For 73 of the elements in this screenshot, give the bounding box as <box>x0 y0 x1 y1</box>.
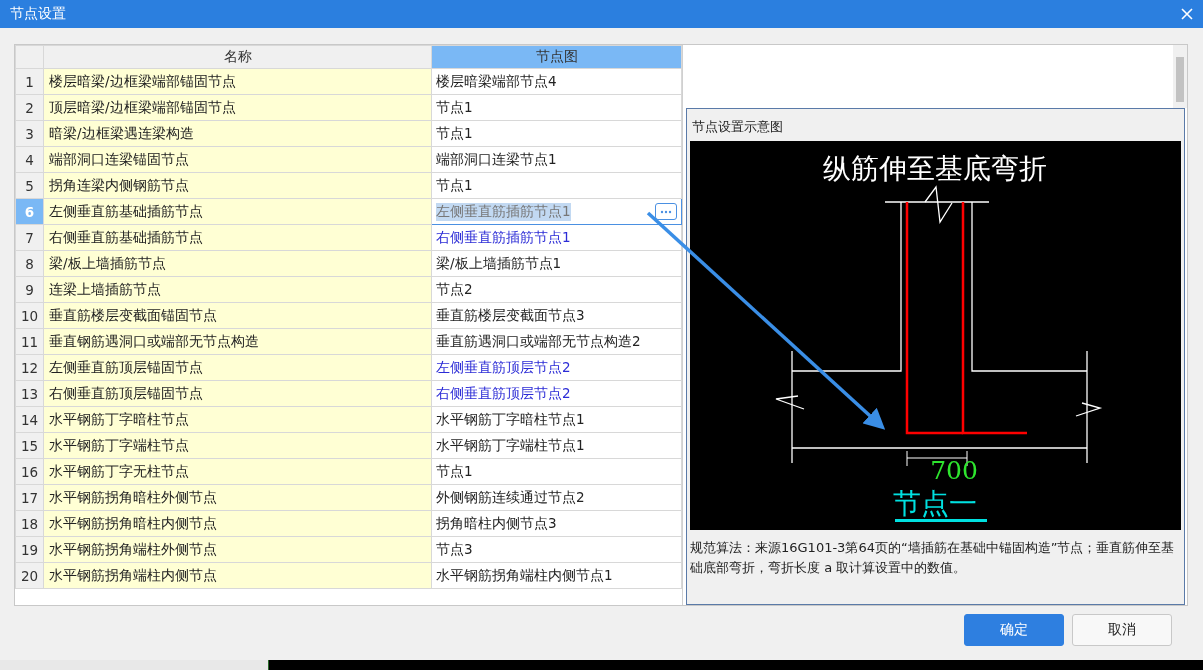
table-cell[interactable]: 节点2 <box>431 276 682 303</box>
more-icon[interactable] <box>655 203 677 220</box>
row-number[interactable]: 1 <box>15 68 44 95</box>
table-cell[interactable]: 垂直筋楼层变截面节点3 <box>431 302 682 329</box>
description-text: 规范算法：来源16G101-3第64页的“墙插筋在基础中锚固构造”节点；垂直筋伸至基础底部弯折，弯折长度 a 取计算设置中的数值。 <box>690 539 1176 577</box>
table-cell[interactable]: 水平钢筋拐角端柱内侧节点1 <box>431 562 682 589</box>
table-cell[interactable]: 楼层暗梁端部节点4 <box>431 68 682 95</box>
table-cell: 水平钢筋拐角暗柱外侧节点 <box>43 484 432 511</box>
row-number[interactable]: 2 <box>15 94 44 121</box>
column-header[interactable]: 名称 <box>43 45 432 69</box>
table-cell[interactable]: 拐角暗柱内侧节点3 <box>431 510 682 537</box>
row-number[interactable]: 12 <box>15 354 44 381</box>
row-number[interactable]: 16 <box>15 458 44 485</box>
table-cell: 楼层暗梁/边框梁端部锚固节点 <box>43 68 432 95</box>
row-number[interactable]: 20 <box>15 562 44 589</box>
close-button[interactable] <box>1181 8 1193 20</box>
row-number[interactable]: 17 <box>15 484 44 511</box>
table-cell[interactable]: 右侧垂直筋顶层节点2 <box>431 380 682 407</box>
table-cell: 暗梁/边框梁遇连梁构造 <box>43 120 432 147</box>
table-cell: 水平钢筋丁字端柱节点 <box>43 432 432 459</box>
row-number[interactable]: 5 <box>15 172 44 199</box>
node-label: 节点一 <box>893 487 977 520</box>
table-cell[interactable]: 右侧垂直筋插筋节点1 <box>431 224 682 251</box>
panel-title: 节点设置示意图 <box>691 118 784 136</box>
table-cell: 左侧垂直筋顶层锚固节点 <box>43 354 432 381</box>
table-cell[interactable]: 节点1 <box>431 172 682 199</box>
table-cell: 水平钢筋拐角端柱外侧节点 <box>43 536 432 563</box>
table-cell[interactable]: 水平钢筋丁字暗柱节点1 <box>431 406 682 433</box>
row-number[interactable]: 9 <box>15 276 44 303</box>
table-cell[interactable]: 节点1 <box>431 120 682 147</box>
table-cell: 梁/板上墙插筋节点 <box>43 250 432 277</box>
row-number[interactable]: 4 <box>15 146 44 173</box>
table-cell: 左侧垂直筋基础插筋节点 <box>43 198 432 225</box>
dimension-value: 700 <box>930 456 978 485</box>
table-cell: 右侧垂直筋基础插筋节点 <box>43 224 432 251</box>
table-cell: 端部洞口连梁锚固节点 <box>43 146 432 173</box>
diagram-heading: 纵筋伸至基底弯折 <box>823 152 1047 185</box>
row-number[interactable]: 3 <box>15 120 44 147</box>
row-number[interactable]: 14 <box>15 406 44 433</box>
corner-cell <box>15 45 44 69</box>
table-cell: 连梁上墙插筋节点 <box>43 276 432 303</box>
table-cell[interactable]: 外侧钢筋连续通过节点2 <box>431 484 682 511</box>
table-cell: 垂直钢筋遇洞口或端部无节点构造 <box>43 328 432 355</box>
table-cell: 右侧垂直筋顶层锚固节点 <box>43 380 432 407</box>
table-cell: 水平钢筋拐角端柱内侧节点 <box>43 562 432 589</box>
row-number[interactable]: 7 <box>15 224 44 251</box>
scrollbar[interactable] <box>1173 45 1187 108</box>
row-number[interactable]: 11 <box>15 328 44 355</box>
table-cell: 拐角连梁内侧钢筋节点 <box>43 172 432 199</box>
row-number[interactable]: 10 <box>15 302 44 329</box>
row-number[interactable]: 15 <box>15 432 44 459</box>
close-icon <box>1181 8 1193 20</box>
table-cell[interactable]: 梁/板上墙插筋节点1 <box>431 250 682 277</box>
row-number[interactable]: 19 <box>15 536 44 563</box>
table-cell: 水平钢筋拐角暗柱内侧节点 <box>43 510 432 537</box>
table-cell[interactable]: 垂直筋遇洞口或端部无节点构造2 <box>431 328 682 355</box>
table-cell[interactable]: 左侧垂直筋顶层节点2 <box>431 354 682 381</box>
cancel-button[interactable]: 取消 <box>1072 614 1172 646</box>
row-number[interactable]: 13 <box>15 380 44 407</box>
row-number[interactable]: 8 <box>15 250 44 277</box>
table-cell: 垂直筋楼层变截面锚固节点 <box>43 302 432 329</box>
confirm-button[interactable]: 确定 <box>964 614 1064 646</box>
table-cell[interactable]: 节点3 <box>431 536 682 563</box>
table-cell: 水平钢筋丁字暗柱节点 <box>43 406 432 433</box>
row-number[interactable]: 18 <box>15 510 44 537</box>
table-cell: 水平钢筋丁字无柱节点 <box>43 458 432 485</box>
table-cell[interactable]: 节点1 <box>431 458 682 485</box>
window-title: 节点设置 <box>10 5 66 23</box>
table-cell[interactable]: 端部洞口连梁节点1 <box>431 146 682 173</box>
column-header[interactable]: 节点图 <box>431 45 682 69</box>
table-cell: 顶层暗梁/边框梁端部锚固节点 <box>43 94 432 121</box>
table-cell[interactable]: 水平钢筋丁字端柱节点1 <box>431 432 682 459</box>
table-cell[interactable]: 节点1 <box>431 94 682 121</box>
